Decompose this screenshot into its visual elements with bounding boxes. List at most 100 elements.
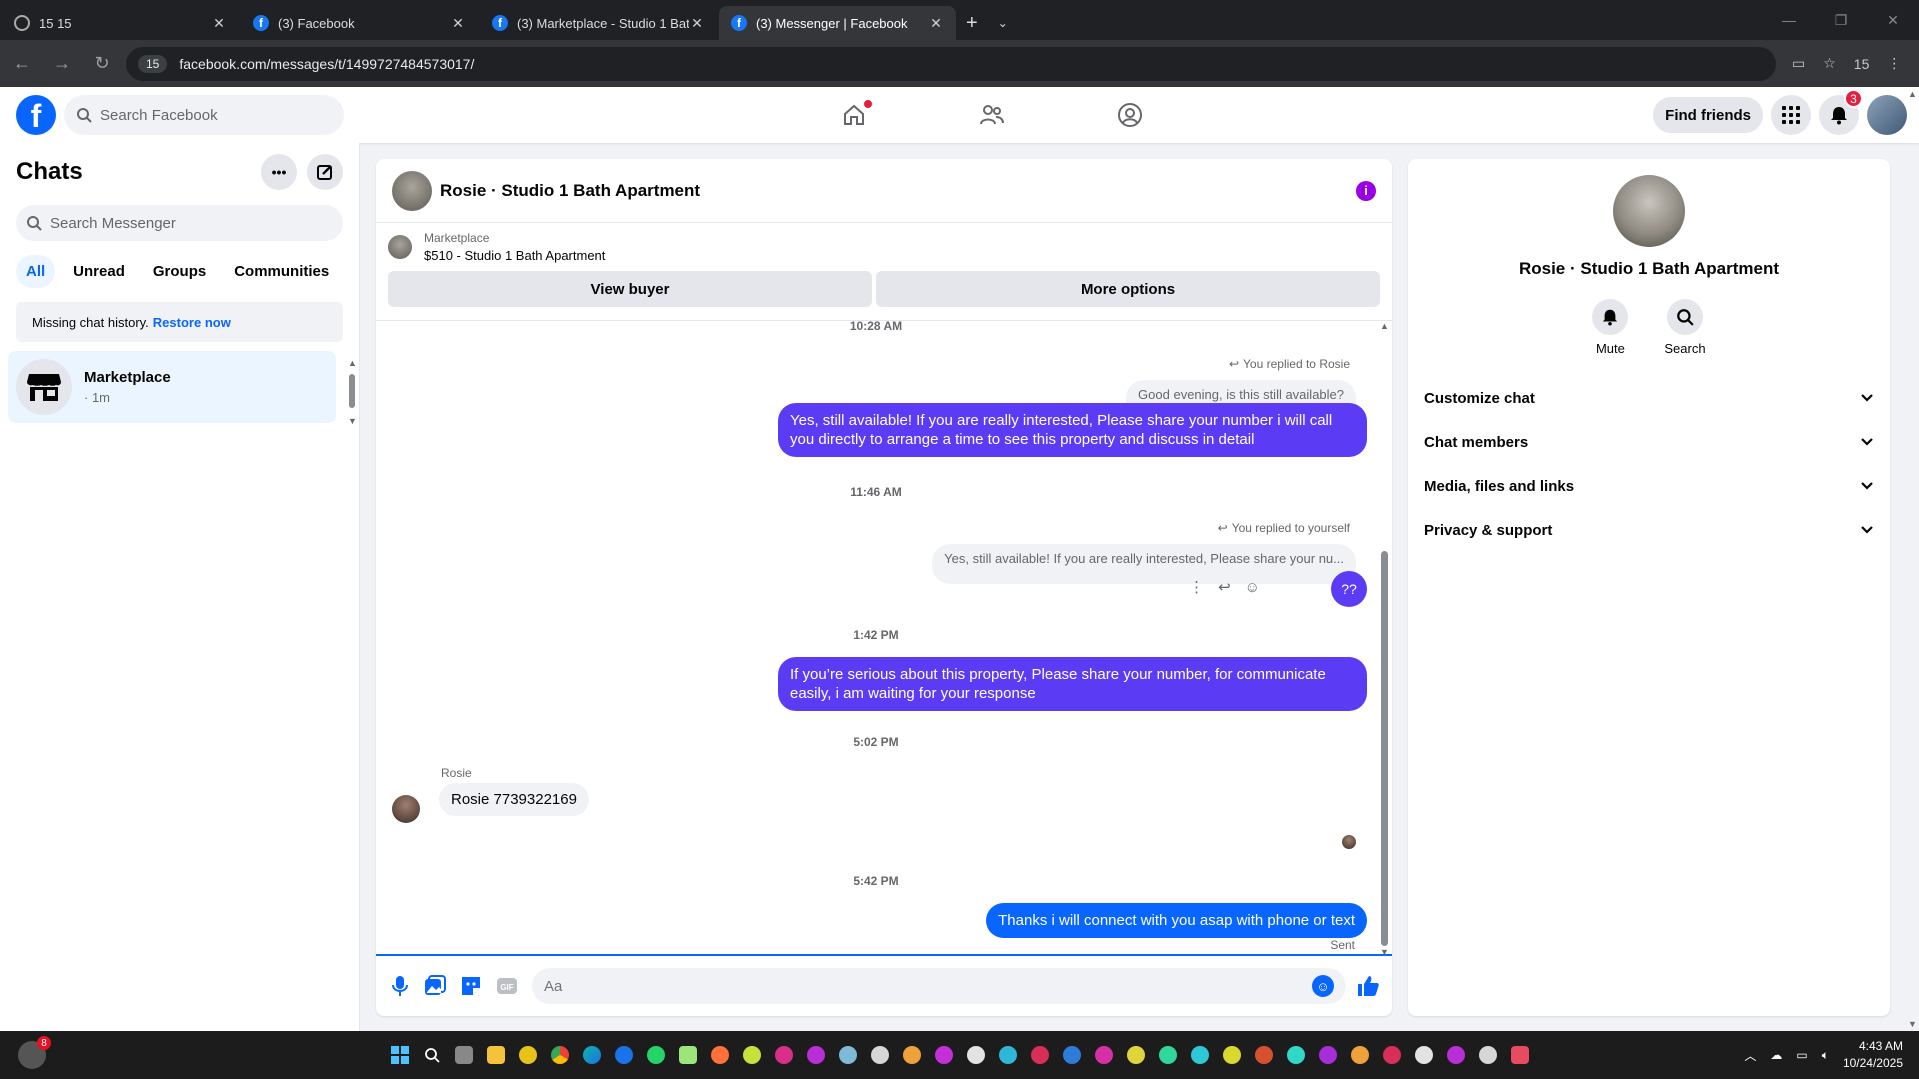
app-icon[interactable] xyxy=(740,1041,764,1069)
onedrive-icon[interactable]: ☁ xyxy=(1770,1048,1782,1062)
close-tab-icon[interactable]: ✕ xyxy=(689,15,705,32)
outgoing-message[interactable]: ?? xyxy=(1331,571,1367,607)
back-icon[interactable]: ← xyxy=(4,46,40,82)
message-input[interactable] xyxy=(532,968,1346,1004)
nav-home[interactable] xyxy=(785,87,923,143)
microphone-icon[interactable] xyxy=(390,975,410,997)
app-icon[interactable] xyxy=(1316,1041,1340,1069)
app-icon[interactable] xyxy=(932,1041,956,1069)
network-icon[interactable]: ▭ xyxy=(1796,1048,1807,1062)
react-emoji-icon[interactable]: ☺ xyxy=(1245,579,1260,596)
app-icon[interactable] xyxy=(996,1041,1020,1069)
reply-icon[interactable]: ↩ xyxy=(1218,578,1231,596)
section-media-files-links[interactable]: Media, files and links xyxy=(1424,464,1874,508)
new-message-button[interactable] xyxy=(307,154,343,190)
whatsapp-icon[interactable] xyxy=(644,1041,668,1069)
scroll-down-icon[interactable]: ▼ xyxy=(348,416,357,426)
search-in-chat-button[interactable]: Search xyxy=(1664,299,1706,356)
windows-start-icon[interactable] xyxy=(388,1041,412,1069)
browser-tab-1[interactable]: 15 15 ✕ xyxy=(2,6,239,40)
task-view-icon[interactable] xyxy=(452,1041,476,1069)
sender-avatar[interactable] xyxy=(392,795,420,823)
app-icon[interactable] xyxy=(516,1041,540,1069)
minimize-icon[interactable]: — xyxy=(1763,0,1815,40)
thumbs-up-icon[interactable] xyxy=(1356,974,1380,998)
sticker-icon[interactable] xyxy=(460,975,482,997)
site-info-badge[interactable]: 15 xyxy=(138,54,168,73)
firefox-icon[interactable] xyxy=(708,1041,732,1069)
notifications-button[interactable]: 3 xyxy=(1819,89,1863,135)
app-icon[interactable] xyxy=(1412,1041,1436,1069)
browser-tab-4[interactable]: f (3) Messenger | Facebook ✕ xyxy=(719,6,956,40)
forward-icon[interactable]: → xyxy=(44,46,80,82)
filter-communities[interactable]: Communities xyxy=(224,255,339,288)
app-icon[interactable] xyxy=(1092,1041,1116,1069)
app-icon[interactable] xyxy=(1124,1041,1148,1069)
section-chat-members[interactable]: Chat members xyxy=(1424,420,1874,464)
scroll-down-icon[interactable]: ▼ xyxy=(1908,1019,1917,1029)
close-window-icon[interactable]: ✕ xyxy=(1867,0,1919,40)
new-tab-icon[interactable]: + xyxy=(956,6,988,40)
scroll-up-icon[interactable]: ▲ xyxy=(348,358,357,368)
conversation-title[interactable]: Rosie · Studio 1 Bath Apartment xyxy=(440,181,1356,201)
message-scrollbar[interactable]: ▲ ▼ xyxy=(1378,321,1392,957)
app-icon[interactable] xyxy=(1444,1041,1468,1069)
quoted-message[interactable]: Yes, still available! If you are really … xyxy=(932,544,1356,584)
taskbar-search-icon[interactable] xyxy=(420,1041,444,1069)
app-icon[interactable] xyxy=(1060,1041,1084,1069)
profile-photo[interactable] xyxy=(1613,175,1685,247)
chat-list-item[interactable]: Marketplace · 1m xyxy=(8,351,336,423)
app-icon[interactable] xyxy=(1188,1041,1212,1069)
scrollbar-thumb[interactable] xyxy=(1381,551,1388,946)
chat-options-button[interactable]: ••• xyxy=(261,154,297,190)
close-tab-icon[interactable]: ✕ xyxy=(211,15,227,32)
cast-icon[interactable]: ▭ xyxy=(1792,55,1805,72)
scroll-up-icon[interactable]: ▲ xyxy=(1908,89,1917,99)
app-icon[interactable] xyxy=(612,1041,636,1069)
outgoing-message[interactable]: If you’re serious about this property, P… xyxy=(778,657,1367,711)
app-icon[interactable] xyxy=(1476,1041,1500,1069)
address-bar[interactable]: 15 facebook.com/messages/t/1499727484573… xyxy=(126,46,1776,81)
restore-now-link[interactable]: Restore now xyxy=(153,315,231,330)
app-icon[interactable] xyxy=(1284,1041,1308,1069)
file-explorer-icon[interactable] xyxy=(484,1041,508,1069)
app-icon[interactable] xyxy=(1220,1041,1244,1069)
filter-unread[interactable]: Unread xyxy=(63,255,135,288)
messenger-search-input[interactable]: Search Messenger xyxy=(16,205,343,241)
page-scrollbar[interactable]: ▲ ▼ xyxy=(1905,87,1919,1031)
tab-search-icon[interactable]: ⌄ xyxy=(988,6,1018,40)
section-privacy-support[interactable]: Privacy & support xyxy=(1424,508,1874,552)
incoming-message[interactable]: Rosie 7739322169 xyxy=(439,783,589,816)
browser-tab-2[interactable]: f (3) Facebook ✕ xyxy=(241,6,478,40)
facebook-logo-icon[interactable]: f xyxy=(16,95,56,135)
weather-widget-icon[interactable]: 8 xyxy=(18,1036,51,1069)
outgoing-message[interactable]: Yes, still available! If you are really … xyxy=(778,403,1367,457)
bookmark-star-icon[interactable]: ☆ xyxy=(1823,55,1836,72)
app-icon[interactable] xyxy=(772,1041,796,1069)
app-icon[interactable] xyxy=(964,1041,988,1069)
filter-groups[interactable]: Groups xyxy=(143,255,216,288)
chat-list-scrollbar[interactable]: ▲ ▼ xyxy=(346,358,360,426)
menu-grid-button[interactable] xyxy=(1771,95,1811,135)
app-icon[interactable] xyxy=(868,1041,892,1069)
mute-button[interactable]: Mute xyxy=(1592,299,1629,356)
filter-all[interactable]: All xyxy=(16,255,56,288)
notepad-icon[interactable] xyxy=(676,1041,700,1069)
app-icon[interactable] xyxy=(1156,1041,1180,1069)
nav-groups[interactable] xyxy=(1061,87,1199,143)
facebook-search-input[interactable]: Search Facebook xyxy=(64,95,344,135)
section-customize-chat[interactable]: Customize chat xyxy=(1424,376,1874,420)
app-icon[interactable] xyxy=(1348,1041,1372,1069)
edge-icon[interactable] xyxy=(580,1041,604,1069)
scrollbar-thumb[interactable] xyxy=(349,374,355,408)
conversation-avatar[interactable] xyxy=(392,170,432,211)
listing-row[interactable]: Marketplace $510 - Studio 1 Bath Apartme… xyxy=(388,231,1380,263)
outgoing-message[interactable]: Thanks i will connect with you asap with… xyxy=(986,903,1367,938)
emoji-icon[interactable]: ☺ xyxy=(1312,975,1334,997)
nav-friends[interactable] xyxy=(923,87,1061,143)
photo-icon[interactable] xyxy=(424,975,446,997)
app-icon[interactable] xyxy=(1028,1041,1052,1069)
more-options-button[interactable]: More options xyxy=(876,271,1380,307)
app-icon[interactable] xyxy=(1380,1041,1404,1069)
volume-icon[interactable]: 🔈︎ xyxy=(1822,1048,1829,1063)
